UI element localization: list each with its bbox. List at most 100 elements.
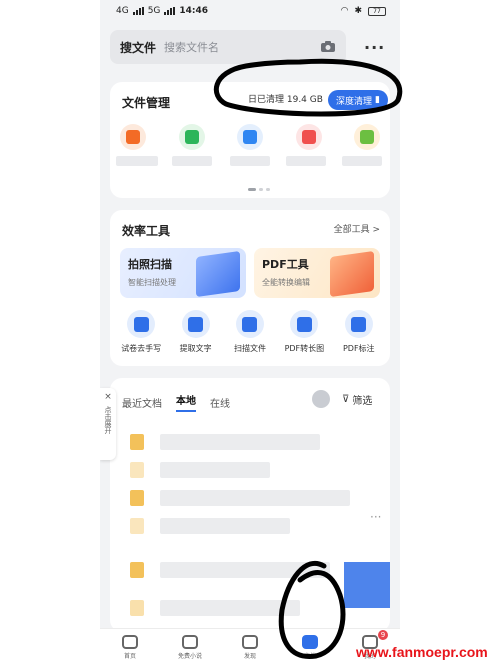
tab-1[interactable]: 本地 [176,392,196,412]
efficiency-title: 效率工具 [122,224,171,238]
wifi-icon: ◠ [340,6,349,16]
tool-item[interactable]: 提取文字 [170,310,222,354]
battery-icon: 77 [368,6,386,16]
tab-2[interactable]: 在线 [210,395,230,410]
file-icon [130,600,144,616]
list-item[interactable] [130,514,290,538]
signal-icon [132,7,144,15]
side-expand-tab[interactable]: × 点击展开 [100,388,116,460]
signal2-icon [164,7,176,15]
tool-item[interactable]: PDF标注 [333,310,385,354]
blurred-label [116,156,158,166]
tool-label: 试卷去手写 [121,344,162,353]
file-icon [130,434,144,450]
wallet-icon[interactable] [354,124,380,150]
file-icon [130,462,144,478]
file-icon [130,518,144,534]
nav-item-0[interactable]: 首页 [105,635,155,660]
filter-button[interactable]: ⊽ 筛选 [342,392,372,407]
nav-item-1[interactable]: 免费小说 [165,635,215,660]
blurred-thumbnail [344,562,390,608]
nav-label: 首页 [123,653,136,660]
discover-icon [242,635,258,649]
more-options-icon[interactable]: ··· [370,510,381,524]
image-icon-glyph [243,130,257,144]
pdf-image-icon [290,310,319,338]
tool-item[interactable]: PDF转长图 [278,310,330,354]
list-item[interactable] [130,458,270,482]
file-management-card: 文件管理 日已清理 19.4 GB 深度清理 ▮ [110,82,390,198]
blurred-file-name [160,600,300,616]
blurred-file-name [160,434,320,450]
more-icon[interactable]: ··· [364,38,385,57]
blurred-file-name [160,490,350,506]
tool-item[interactable]: 试卷去手写 [115,310,167,354]
list-item[interactable] [130,558,330,582]
home-icon [122,635,138,649]
scan-file-icon [235,310,264,338]
category-icons [120,124,380,150]
tab-0[interactable]: 最近文档 [122,395,162,410]
nav-label: 发现 [243,653,256,660]
pdf-tool-card[interactable]: PDF工具 全能转换编辑 [254,248,380,298]
book-icon [182,635,198,649]
wallet-icon-glyph [360,130,374,144]
photo-scan-card[interactable]: 拍照扫描 智能扫描处理 [120,248,246,298]
bottom-navigation: 首页 免费小说 发现 文档 我的 [100,628,400,666]
doc-tabs: 最近文档 本地 在线 [122,392,230,412]
nav-label: 免费小说 [177,653,202,660]
screenshot-frame: 4G 5G 14:46 ◠ ✱ 77 搜文件 搜索文件名 ··· 文件管理 日已… [0,0,500,666]
download-icon-glyph [126,130,140,144]
docs-icon [302,635,318,649]
phone-screen: 4G 5G 14:46 ◠ ✱ 77 搜文件 搜索文件名 ··· 文件管理 日已… [100,0,400,666]
blurred-file-name [160,562,330,578]
carrier-label: 4G [116,6,129,16]
tool-item[interactable]: 扫描文件 [224,310,276,354]
search-placeholder[interactable]: 搜索文件名 [164,39,219,55]
efficiency-tools-card: 效率工具 全部工具 > 拍照扫描 智能扫描处理 PDF工具 全能转换编辑 试卷去… [110,210,390,366]
search-bar[interactable]: 搜文件 搜索文件名 [110,30,346,64]
deep-clean-label: 深度清理 [336,96,373,107]
list-item[interactable] [130,430,320,454]
alarm-icon: ✱ [354,6,362,16]
broom-icon: ▮ [375,95,380,105]
side-tab-text: 点击展开 [104,406,112,434]
tool-label: PDF转长图 [284,344,325,353]
blurred-file-name [160,462,270,478]
download-icon[interactable] [120,124,146,150]
list-item[interactable] [130,596,300,620]
watermark-text: www.fanmoepr.com [356,644,488,660]
avatar[interactable] [312,390,330,408]
blurred-label [342,156,382,166]
status-bar: 4G 5G 14:46 ◠ ✱ 77 [100,0,400,22]
video-icon-glyph [301,130,316,144]
file-icon [130,562,144,578]
filter-label: 筛选 [352,396,373,407]
pdf-image-icon-glyph [296,316,312,332]
nav-label: 文档 [303,653,316,660]
pdf-illustration-icon [330,250,374,298]
nav-item-3[interactable]: 文档 [285,635,335,660]
status-time: 14:46 [179,6,209,16]
close-icon[interactable]: × [104,392,112,402]
wechat-icon[interactable] [178,124,205,150]
file-icon [130,490,144,506]
tool-label: 提取文字 [179,344,212,353]
video-icon[interactable] [295,124,322,150]
pdf-annotate-icon [344,310,373,338]
cleaned-size-text: 日已清理 19.4 GB [248,95,323,105]
nav-item-2[interactable]: 发现 [225,635,275,660]
blurred-file-name [160,518,290,534]
scan-file-icon-glyph [242,316,258,332]
list-item[interactable] [130,486,350,510]
blurred-label [230,156,270,166]
all-tools-link[interactable]: 全部工具 > [334,222,380,235]
blurred-label [172,156,212,166]
deep-clean-button[interactable]: 深度清理 ▮ [328,90,388,110]
file-management-title: 文件管理 [122,96,171,110]
image-icon[interactable] [237,124,263,150]
page-indicator [248,188,270,191]
camera-icon[interactable] [320,41,336,53]
notification-badge: 9 [378,630,388,640]
exam-icon-glyph [133,316,149,332]
